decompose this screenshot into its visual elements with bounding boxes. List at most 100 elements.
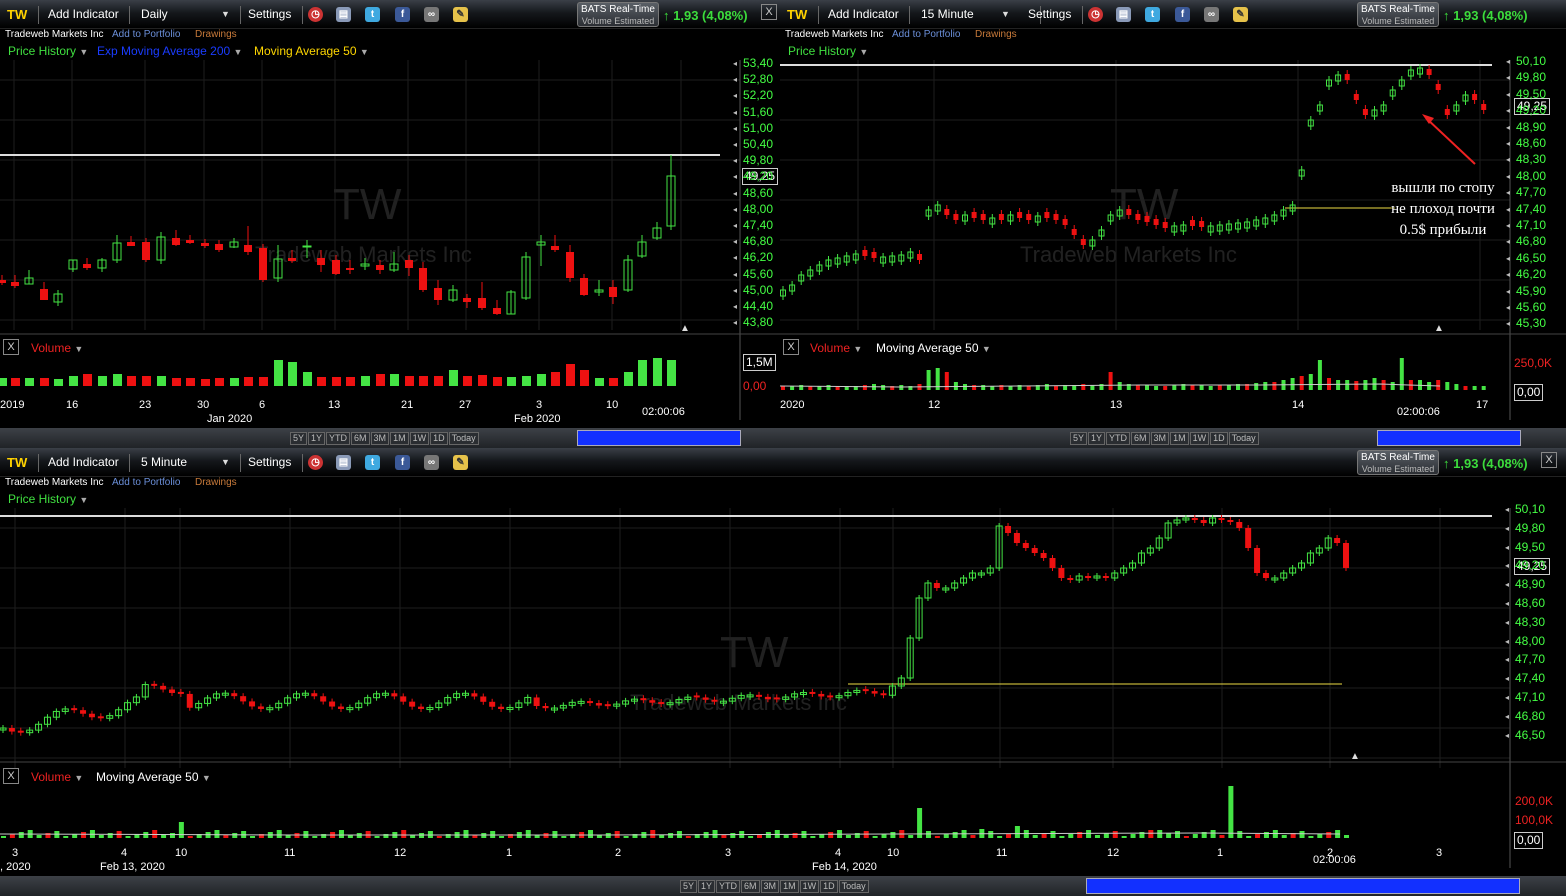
add-indicator-button[interactable]: Add Indicator <box>48 448 119 477</box>
daily-price-chart[interactable]: ▲ <box>0 60 780 420</box>
navigator-selection[interactable] <box>577 430 741 446</box>
add-indicator-button[interactable]: Add Indicator <box>828 0 899 29</box>
volume-indicator[interactable]: Volume ▼ <box>31 337 83 359</box>
navigator-selection[interactable] <box>1377 430 1521 446</box>
range-1m[interactable]: 1M <box>1170 432 1189 445</box>
navigator-bar[interactable]: 5Y 1Y YTD 6M 3M 1M 1W 1D Today <box>0 876 1566 896</box>
range-1m[interactable]: 1M <box>780 880 799 893</box>
range-1d[interactable]: 1D <box>430 432 448 445</box>
twitter-icon[interactable]: t <box>365 455 380 470</box>
candle-body <box>953 214 959 220</box>
volume-bar <box>81 832 87 838</box>
indicator-label: Price History <box>8 44 77 58</box>
alarm-clock-icon[interactable]: ◷ <box>1088 7 1103 22</box>
volume-indicator[interactable]: Volume ▼ <box>810 337 862 359</box>
range-3m[interactable]: 3M <box>760 880 780 893</box>
layers-icon[interactable]: ▤ <box>336 7 351 22</box>
volume-bar <box>1190 385 1195 390</box>
indicator-price-history[interactable]: Price History ▼ <box>8 490 88 508</box>
close-volume-button[interactable]: X <box>783 339 799 355</box>
close-panel-button[interactable]: X <box>1541 452 1557 468</box>
notes-icon[interactable]: ✎ <box>1233 7 1248 22</box>
layers-icon[interactable]: ▤ <box>1116 7 1131 22</box>
range-6m[interactable]: 6M <box>741 880 760 893</box>
navigator-selection[interactable] <box>1086 878 1520 894</box>
range-1y[interactable]: 1Y <box>308 432 326 445</box>
tick-marker-icon: ◂ <box>1506 286 1511 296</box>
navigator-bar[interactable]: 5Y 1Y YTD 6M 3M 1M 1W 1D Today <box>780 428 1566 448</box>
volume-bar <box>1228 786 1234 838</box>
candle-body <box>755 694 762 697</box>
indicator-ma-50[interactable]: Moving Average 50 ▼ <box>254 42 369 60</box>
add-indicator-button[interactable]: Add Indicator <box>48 0 119 29</box>
range-1y[interactable]: 1Y <box>698 880 716 893</box>
settings-button[interactable]: Settings <box>248 448 291 477</box>
volume-label: Volume <box>31 341 72 355</box>
range-1w[interactable]: 1W <box>799 880 820 893</box>
range-ytd[interactable]: YTD <box>326 432 351 445</box>
binoculars-icon[interactable]: ∞ <box>424 455 439 470</box>
range-1y[interactable]: 1Y <box>1088 432 1106 445</box>
add-to-portfolio-link[interactable]: Add to Portfolio <box>892 29 960 41</box>
time-tick-label: 12 <box>1107 847 1120 859</box>
symbol-label[interactable]: TW <box>787 0 807 29</box>
range-1w[interactable]: 1W <box>409 432 430 445</box>
range-6m[interactable]: 6M <box>1131 432 1150 445</box>
notes-icon[interactable]: ✎ <box>453 7 468 22</box>
drawings-link[interactable]: Drawings <box>975 29 1017 41</box>
alarm-clock-icon[interactable]: ◷ <box>308 7 323 22</box>
tick-marker-icon: ◂ <box>733 91 738 101</box>
binoculars-icon[interactable]: ∞ <box>424 7 439 22</box>
range-3m[interactable]: 3M <box>1150 432 1170 445</box>
range-1m[interactable]: 1M <box>390 432 409 445</box>
volume-indicator[interactable]: Volume ▼ <box>31 766 83 788</box>
drawings-link[interactable]: Drawings <box>195 29 237 41</box>
add-to-portfolio-link[interactable]: Add to Portfolio <box>112 29 180 41</box>
drawings-link[interactable]: Drawings <box>195 477 237 489</box>
interval-select[interactable]: 5 Minute ▼ <box>137 453 232 472</box>
navigator-bar[interactable]: 5Y 1Y YTD 6M 3M 1M 1W 1D Today <box>0 428 780 448</box>
indicator-price-history[interactable]: Price History ▼ <box>8 42 88 60</box>
binoculars-icon[interactable]: ∞ <box>1204 7 1219 22</box>
volume-ma-indicator[interactable]: Moving Average 50 ▼ <box>96 766 211 788</box>
range-6m[interactable]: 6M <box>351 432 370 445</box>
volume-ma-indicator[interactable]: Moving Average 50 ▼ <box>876 337 991 359</box>
close-panel-button[interactable]: X <box>761 4 777 20</box>
range-today[interactable]: Today <box>1228 432 1259 445</box>
close-volume-button[interactable]: X <box>3 768 19 784</box>
range-1d[interactable]: 1D <box>820 880 838 893</box>
twitter-icon[interactable]: t <box>365 7 380 22</box>
indicator-ema-200[interactable]: Exp Moving Average 200 ▼ <box>97 42 242 60</box>
range-today[interactable]: Today <box>448 432 479 445</box>
close-volume-button[interactable]: X <box>3 339 19 355</box>
twitter-icon[interactable]: t <box>1145 7 1160 22</box>
range-ytd[interactable]: YTD <box>716 880 741 893</box>
range-5y[interactable]: 5Y <box>680 880 698 893</box>
interval-select[interactable]: 15 Minute ▼ <box>917 5 1012 24</box>
range-1d[interactable]: 1D <box>1210 432 1228 445</box>
add-to-portfolio-link[interactable]: Add to Portfolio <box>112 477 180 489</box>
symbol-label[interactable]: TW <box>7 448 27 477</box>
notes-icon[interactable]: ✎ <box>453 455 468 470</box>
volume-bar <box>624 372 633 386</box>
range-5y[interactable]: 5Y <box>1070 432 1088 445</box>
settings-button[interactable]: Settings <box>1028 0 1071 29</box>
facebook-icon[interactable]: f <box>1175 7 1190 22</box>
volume-bar <box>215 378 224 386</box>
symbol-label[interactable]: TW <box>7 0 27 29</box>
range-today[interactable]: Today <box>838 880 869 893</box>
alarm-clock-icon[interactable]: ◷ <box>308 455 323 470</box>
candle-body <box>302 245 312 248</box>
range-ytd[interactable]: YTD <box>1106 432 1131 445</box>
interval-select[interactable]: Daily ▼ <box>137 5 232 24</box>
indicator-price-history[interactable]: Price History ▼ <box>788 42 868 60</box>
layers-icon[interactable]: ▤ <box>336 455 351 470</box>
range-1w[interactable]: 1W <box>1189 432 1210 445</box>
settings-button[interactable]: Settings <box>248 0 291 29</box>
facebook-icon[interactable]: f <box>395 455 410 470</box>
range-3m[interactable]: 3M <box>370 432 390 445</box>
volume-max-label: 1,5M <box>743 354 776 371</box>
5min-price-chart[interactable]: ▲ <box>0 508 1566 868</box>
range-5y[interactable]: 5Y <box>290 432 308 445</box>
facebook-icon[interactable]: f <box>395 7 410 22</box>
